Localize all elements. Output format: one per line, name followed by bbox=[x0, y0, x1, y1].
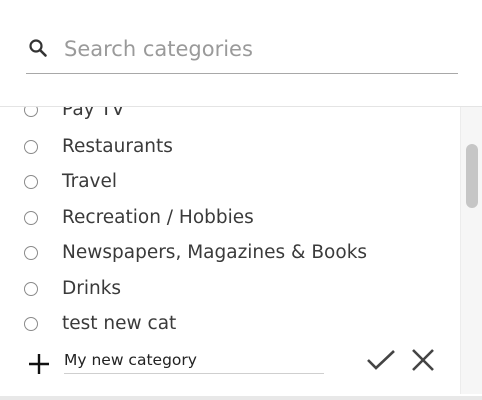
radio-button[interactable] bbox=[24, 174, 38, 189]
radio-button[interactable] bbox=[24, 210, 38, 225]
category-item-pay-tv[interactable]: Pay TV bbox=[0, 107, 460, 127]
category-item-test-new-cat[interactable]: test new cat bbox=[0, 306, 460, 341]
category-item-travel[interactable]: Travel bbox=[0, 164, 460, 199]
category-label: Travel bbox=[62, 171, 117, 192]
category-label: Restaurants bbox=[62, 136, 173, 157]
category-label: Recreation / Hobbies bbox=[62, 207, 254, 228]
category-item-restaurants[interactable]: Restaurants bbox=[0, 129, 460, 164]
category-label: test new cat bbox=[62, 313, 177, 334]
category-label: Drinks bbox=[62, 278, 122, 299]
new-category-input[interactable] bbox=[64, 346, 324, 374]
radio-button[interactable] bbox=[24, 245, 38, 260]
category-item-newspapers-magazines-books[interactable]: Newspapers, Magazines & Books bbox=[0, 235, 460, 270]
bottom-border bbox=[0, 396, 482, 400]
search-input[interactable] bbox=[64, 32, 454, 66]
radio-button[interactable] bbox=[24, 139, 38, 154]
search-bar[interactable] bbox=[26, 28, 458, 74]
category-label: Newspapers, Magazines & Books bbox=[62, 242, 368, 263]
category-item-recreation-hobbies[interactable]: Recreation / Hobbies bbox=[0, 200, 460, 235]
category-label: Pay TV bbox=[62, 107, 125, 120]
plus-icon bbox=[29, 354, 49, 374]
new-category-row bbox=[0, 340, 460, 380]
radio-button[interactable] bbox=[24, 107, 38, 117]
scrollbar-thumb[interactable] bbox=[466, 144, 478, 208]
check-icon[interactable] bbox=[366, 348, 396, 372]
radio-button[interactable] bbox=[24, 316, 38, 331]
radio-button[interactable] bbox=[24, 281, 38, 296]
search-icon bbox=[29, 39, 47, 57]
category-item-drinks[interactable]: Drinks bbox=[0, 271, 460, 306]
close-icon[interactable] bbox=[410, 347, 436, 373]
